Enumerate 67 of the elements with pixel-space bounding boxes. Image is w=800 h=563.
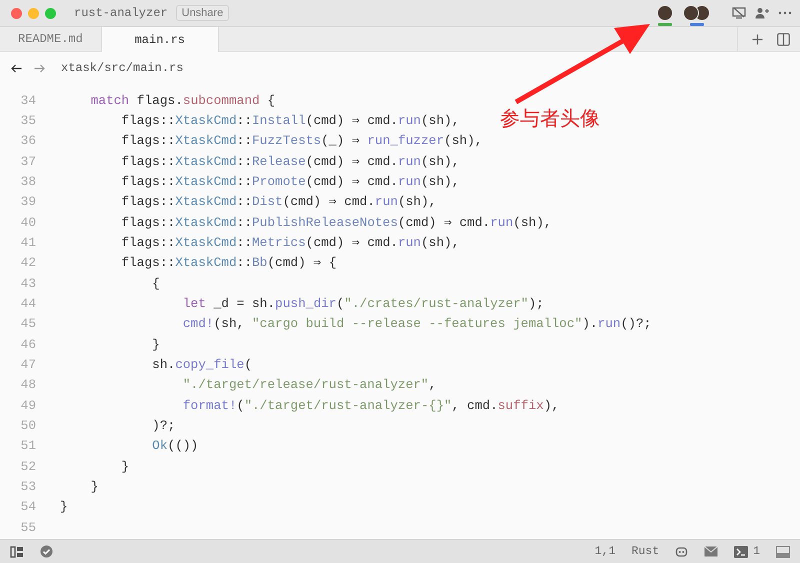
sidebar-panel-icon[interactable] bbox=[10, 546, 24, 558]
code-line: flags::XtaskCmd::Promote(cmd) ⇒ cmd.run(sh), bbox=[120, 174, 460, 189]
line-number: 50 bbox=[20, 418, 36, 433]
code-line: cmd!(sh, "cargo build --release --features jemalloc").run()?; bbox=[182, 316, 652, 332]
line-number: 46 bbox=[20, 336, 36, 352]
code-line: )?; bbox=[151, 418, 176, 433]
terminal-icon[interactable] bbox=[734, 546, 748, 558]
code-line: "./target/release/rust-analyzer", bbox=[182, 377, 436, 392]
line-number: 48 bbox=[20, 377, 36, 392]
mail-icon[interactable] bbox=[704, 546, 718, 557]
code-line: format!("./target/rust-analyzer-{}", cmd.suffix), bbox=[182, 398, 560, 413]
line-number: 55 bbox=[20, 520, 36, 535]
project-name[interactable]: rust-analyzer bbox=[74, 6, 168, 20]
line-number: 51 bbox=[20, 438, 36, 454]
code-line: sh.copy_file( bbox=[151, 356, 252, 372]
line-number: 38 bbox=[20, 174, 36, 189]
line-number: 54 bbox=[20, 499, 36, 514]
code-line: flags::XtaskCmd::Dist(cmd) ⇒ cmd.run(sh), bbox=[120, 194, 436, 210]
line-number: 40 bbox=[20, 214, 36, 230]
line-number: 44 bbox=[20, 296, 36, 311]
robot-icon[interactable] bbox=[675, 546, 688, 558]
code-line: } bbox=[90, 478, 98, 494]
line-number: 53 bbox=[20, 478, 36, 494]
screen-share-off-icon[interactable] bbox=[732, 7, 746, 19]
code-line: match flags.subcommand { bbox=[90, 92, 276, 108]
line-number: 45 bbox=[20, 316, 36, 332]
back-arrow-icon[interactable] bbox=[11, 64, 22, 72]
avatar[interactable] bbox=[683, 5, 699, 21]
code-line: flags::XtaskCmd::Release(cmd) ⇒ cmd.run(sh), bbox=[120, 154, 460, 169]
code-line: flags::XtaskCmd::Metrics(cmd) ⇒ cmd.run(sh), bbox=[120, 234, 460, 250]
line-number: 39 bbox=[20, 194, 36, 210]
line-number: 36 bbox=[20, 133, 36, 148]
line-number: 49 bbox=[20, 398, 36, 413]
line-number: 42 bbox=[20, 255, 36, 270]
line-number: 37 bbox=[20, 154, 36, 169]
line-number: 43 bbox=[20, 276, 36, 291]
code-line: flags::XtaskCmd::Install(cmd) ⇒ cmd.run(sh), bbox=[120, 112, 460, 128]
bottom-panel-icon[interactable] bbox=[776, 546, 790, 558]
code-line: } bbox=[120, 458, 130, 474]
unshare-button[interactable]: Unshare bbox=[176, 5, 230, 21]
code-line: } bbox=[151, 336, 160, 352]
annotation-label: 参与者头像 bbox=[500, 105, 600, 132]
line-number: 34 bbox=[20, 92, 36, 108]
code-line: } bbox=[60, 499, 68, 514]
code-line: Ok(()) bbox=[151, 438, 198, 454]
line-number: 41 bbox=[20, 234, 36, 250]
code-line: let _d = sh.push_dir("./crates/rust-analyzer"); bbox=[182, 296, 544, 311]
terminal-count: 1 bbox=[753, 545, 760, 558]
code-line: { bbox=[151, 276, 160, 291]
line-number: 52 bbox=[20, 458, 36, 474]
more-icon[interactable] bbox=[778, 11, 792, 15]
split-pane-icon[interactable] bbox=[777, 32, 790, 46]
forward-arrow-icon[interactable] bbox=[34, 64, 45, 72]
code-line: flags::XtaskCmd::PublishReleaseNotes(cmd) ⇒ cmd.run(sh), bbox=[120, 214, 552, 230]
add-person-icon[interactable] bbox=[755, 7, 769, 19]
cursor-position[interactable]: 1,1 bbox=[594, 545, 616, 558]
file-path[interactable]: xtask/src/main.rs bbox=[61, 61, 184, 75]
check-circle-icon[interactable] bbox=[40, 545, 53, 558]
file-tab[interactable]: main.rs bbox=[102, 27, 219, 52]
plus-icon[interactable] bbox=[752, 34, 763, 44]
line-number: 35 bbox=[20, 112, 36, 128]
line-number: 47 bbox=[20, 356, 36, 372]
code-line: flags::XtaskCmd::Bb(cmd) ⇒ { bbox=[120, 255, 336, 270]
avatar[interactable] bbox=[657, 5, 673, 21]
close-button[interactable] bbox=[11, 8, 22, 18]
language-label[interactable]: Rust bbox=[631, 545, 660, 558]
code-line: flags::XtaskCmd::FuzzTests(_) ⇒ run_fuzzer(sh), bbox=[120, 133, 482, 148]
